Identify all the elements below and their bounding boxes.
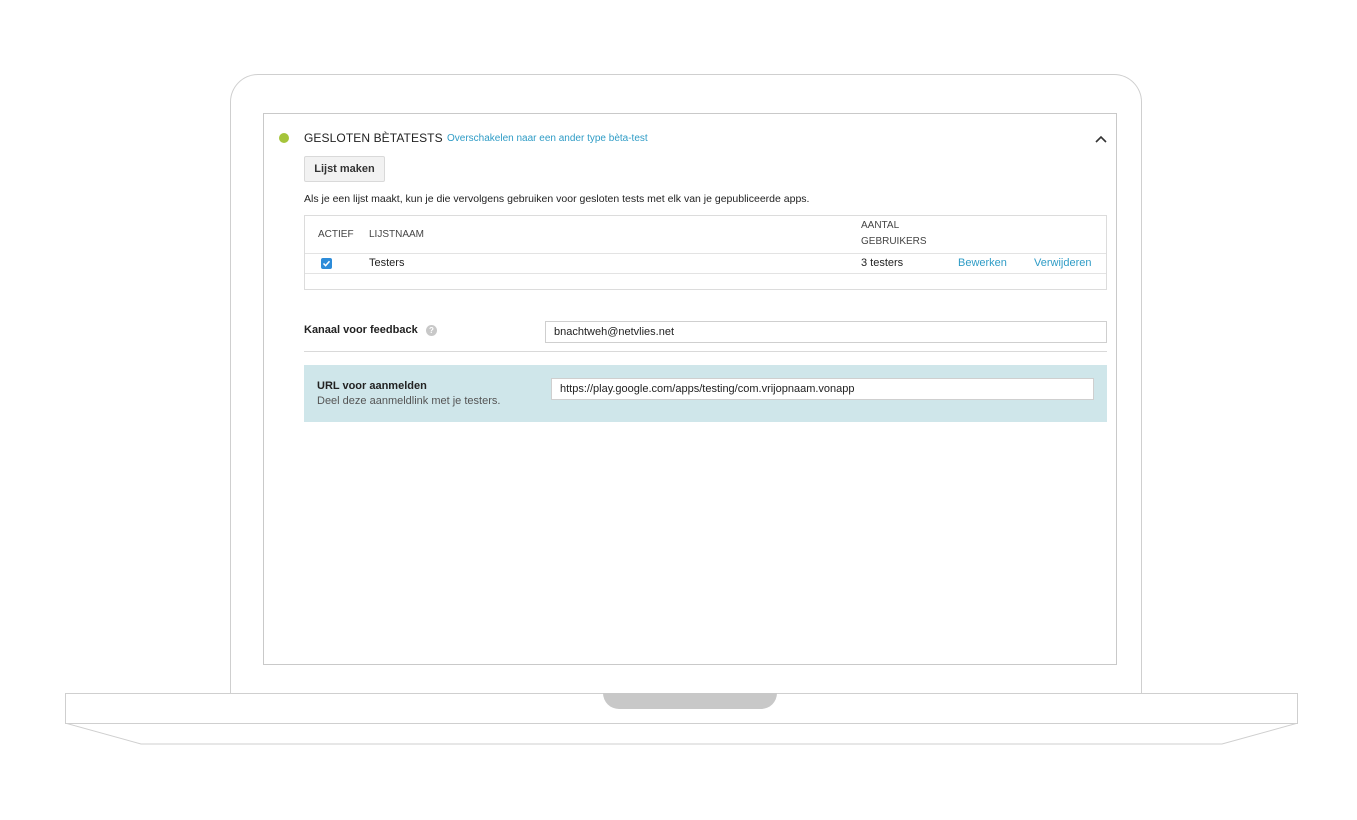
edit-link[interactable]: Bewerken bbox=[958, 257, 1007, 269]
active-checkbox[interactable] bbox=[321, 258, 332, 269]
create-list-button[interactable]: Lijst maken bbox=[304, 156, 385, 182]
row-divider bbox=[305, 273, 1106, 274]
header-user-count-line1: AANTAL bbox=[861, 220, 900, 231]
chevron-up-icon[interactable] bbox=[1094, 134, 1108, 144]
section-title: GESLOTEN BÈTATESTS bbox=[304, 131, 443, 145]
header-list-name: LIJSTNAAM bbox=[369, 229, 425, 240]
section-divider bbox=[304, 351, 1107, 352]
optin-url-field[interactable]: https://play.google.com/apps/testing/com… bbox=[551, 378, 1094, 400]
feedback-label: Kanaal voor feedback bbox=[304, 324, 418, 336]
optin-url-label: URL voor aanmelden bbox=[317, 380, 427, 392]
user-count-cell: 3 testers bbox=[861, 257, 904, 269]
feedback-email-field[interactable]: bnachtweh@netvlies.net bbox=[545, 321, 1107, 343]
laptop-base-lip bbox=[65, 723, 1298, 745]
check-icon bbox=[322, 260, 331, 267]
header-user-count-line2: GEBRUIKERS bbox=[861, 236, 927, 247]
list-name-cell: Testers bbox=[369, 257, 405, 269]
header-active: ACTIEF bbox=[318, 229, 354, 240]
switch-test-type-link[interactable]: Overschakelen naar een ander type bèta-t… bbox=[447, 133, 648, 144]
question-mark-icon[interactable]: ? bbox=[426, 325, 437, 336]
laptop-notch bbox=[603, 693, 777, 709]
description-text: Als je een lijst maakt, kun je die vervo… bbox=[304, 193, 810, 205]
header-divider bbox=[305, 253, 1106, 254]
optin-url-sublabel: Deel deze aanmeldlink met je testers. bbox=[317, 395, 501, 407]
delete-link[interactable]: Verwijderen bbox=[1034, 257, 1091, 269]
tester-lists-table: ACTIEF LIJSTNAAM AANTAL GEBRUIKERS Teste… bbox=[304, 215, 1107, 290]
status-dot bbox=[279, 133, 289, 143]
